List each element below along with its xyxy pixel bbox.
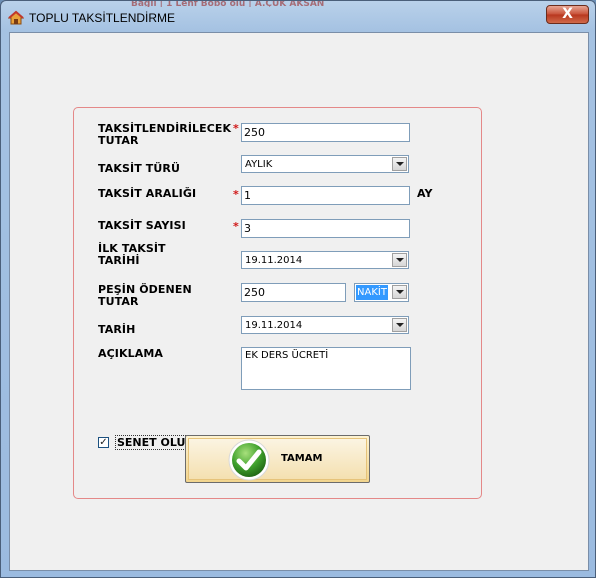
installment-type-value: AYLIK <box>245 159 273 170</box>
chevron-down-icon[interactable] <box>392 285 407 299</box>
first-date-picker[interactable]: 19.11.2014 <box>241 251 409 269</box>
dialog-window: Bağıl | 1 Lenf Bobo ölü | A.ÇÜK AKSAN TO… <box>0 0 596 578</box>
interval-label: TAKSİT ARALIĞI <box>98 187 197 200</box>
amount-label: TAKSİTLENDİRİLECEK TUTAR <box>98 122 232 147</box>
date-picker[interactable]: 19.11.2014 <box>241 316 409 334</box>
title-bar[interactable]: TOPLU TAKSİTLENDİRME X <box>1 1 595 33</box>
amount-required-mark: * <box>233 122 239 135</box>
downpayment-label: PEŞİN ÖDENEN TUTAR <box>98 283 192 308</box>
ok-button[interactable]: TAMAM <box>185 435 370 483</box>
app-home-icon <box>8 10 24 25</box>
chevron-down-icon[interactable] <box>392 253 407 267</box>
chevron-down-icon[interactable] <box>392 157 407 171</box>
client-area: TAKSİTLENDİRİLECEK TUTAR * 250 TAKSİT TÜ… <box>9 32 589 571</box>
note-label: AÇIKLAMA <box>98 347 163 360</box>
count-input[interactable]: 3 <box>241 219 410 238</box>
payment-method-select[interactable]: NAKİT <box>354 283 409 302</box>
check-circle-icon <box>228 439 270 481</box>
first-date-value: 19.11.2014 <box>245 255 303 266</box>
interval-unit: AY <box>417 187 433 200</box>
amount-input[interactable]: 250 <box>241 123 410 142</box>
interval-required-mark: * <box>233 188 239 201</box>
date-label: TARİH <box>98 323 136 336</box>
count-required-mark: * <box>233 220 239 233</box>
type-label: TAKSİT TÜRÜ <box>98 162 180 175</box>
interval-input[interactable]: 1 <box>241 186 410 205</box>
close-button[interactable]: X <box>546 5 589 24</box>
ok-button-label: TAMAM <box>281 453 323 464</box>
downpayment-input[interactable]: 250 <box>241 283 346 302</box>
date-value: 19.11.2014 <box>245 320 303 331</box>
payment-method-value: NAKİT <box>356 285 388 300</box>
create-note-checkbox[interactable]: ✓ <box>98 437 109 448</box>
count-label: TAKSİT SAYISI <box>98 219 186 232</box>
chevron-down-icon[interactable] <box>392 318 407 332</box>
installment-type-select[interactable]: AYLIK <box>241 155 409 173</box>
first-date-label: İLK TAKSİT TARİHİ <box>98 242 166 267</box>
note-textarea[interactable]: EK DERS ÜCRETİ <box>241 347 411 390</box>
window-title: TOPLU TAKSİTLENDİRME <box>29 11 176 25</box>
